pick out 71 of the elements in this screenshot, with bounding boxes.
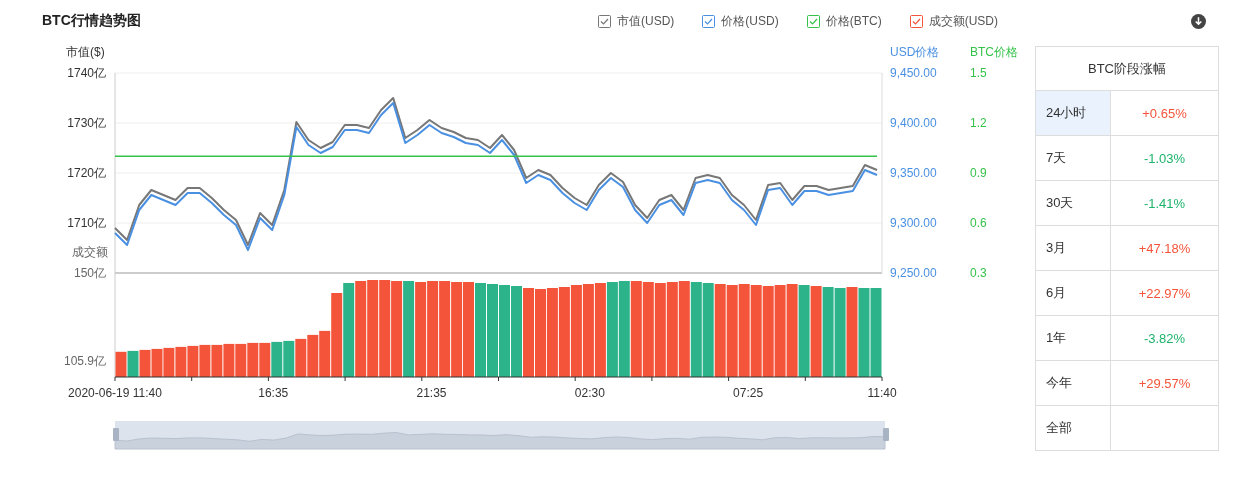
axis-label: 105.9亿 <box>63 354 106 369</box>
axis-label: 02:30 <box>574 386 605 400</box>
axis-title: BTC价格 <box>970 45 1018 59</box>
volume-bar <box>115 351 127 377</box>
volume-bar <box>151 348 163 377</box>
axis-label: 16:35 <box>258 386 289 400</box>
volume-bar <box>199 344 211 377</box>
volume-bar <box>139 349 151 377</box>
change-value: -1.03% <box>1143 150 1186 166</box>
axis-title: 成交额 <box>72 245 108 259</box>
volume-bar <box>175 346 187 377</box>
table-title: BTC阶段涨幅 <box>1035 46 1219 91</box>
axis-label: 1730亿 <box>67 116 106 130</box>
change-value: +29.57% <box>1138 375 1191 391</box>
download-icon[interactable] <box>1191 13 1206 29</box>
volume-bar <box>295 338 307 377</box>
axis-label: 9,450.00 <box>890 66 937 80</box>
range-handle[interactable] <box>883 428 889 441</box>
axis-label: 1.5 <box>970 66 987 80</box>
checkbox[interactable] <box>702 14 716 28</box>
chart-title: BTC行情趋势图 <box>42 12 142 30</box>
volume-bar <box>127 350 139 377</box>
change-value: -3.82% <box>1143 330 1186 346</box>
axis-label: 0.6 <box>970 216 987 230</box>
axis-label: 150亿 <box>73 266 106 280</box>
range-handle[interactable] <box>113 428 119 441</box>
axis-label: 1.2 <box>970 116 987 130</box>
period-tab[interactable]: 今年 <box>1036 361 1111 405</box>
axis-label: 0.9 <box>970 166 987 180</box>
axis-label: 1740亿 <box>67 66 106 80</box>
period-tab[interactable]: 24小时 <box>1036 91 1111 135</box>
volume-bar <box>163 347 175 377</box>
period-tab[interactable]: 1年 <box>1036 316 1111 360</box>
volume-bar <box>283 340 295 377</box>
axis-label: 0.3 <box>970 266 987 280</box>
change-value: +22.97% <box>1138 285 1191 301</box>
checkbox[interactable] <box>909 14 923 28</box>
axis-label: 1720亿 <box>67 166 106 180</box>
axis-title: USD价格 <box>890 45 940 59</box>
axis-label: 9,350.00 <box>890 166 937 180</box>
volume-bar <box>235 343 247 377</box>
axis-title: 市值($) <box>66 45 105 59</box>
axis-label: 9,400.00 <box>890 116 937 130</box>
period-tab[interactable]: 3月 <box>1036 226 1111 270</box>
legend-item[interactable]: 市值(USD) <box>598 12 675 30</box>
checkbox[interactable] <box>598 14 611 28</box>
volume-bar <box>223 343 235 377</box>
checkbox[interactable] <box>806 14 820 28</box>
volume-bar <box>187 345 199 377</box>
volume-bar <box>307 334 319 377</box>
range-slider[interactable] <box>114 421 886 450</box>
change-value: +0.65% <box>1142 105 1187 121</box>
axis-label: 2020-06-19 11:40 <box>68 386 162 400</box>
volume-bar <box>271 341 283 377</box>
axis-label: 21:35 <box>416 386 447 400</box>
axis-label: 11:40 <box>867 386 897 400</box>
change-value: +47.18% <box>1138 240 1191 256</box>
axis-label: 1710亿 <box>67 216 106 230</box>
volume-bar <box>259 342 271 377</box>
legend-item[interactable]: 价格(BTC) <box>806 12 882 30</box>
change-value: -1.41% <box>1143 195 1186 211</box>
axis-label: 9,250.00 <box>890 266 937 280</box>
period-tab[interactable]: 7天 <box>1036 136 1111 180</box>
period-tab[interactable]: 30天 <box>1036 181 1111 225</box>
legend-item[interactable]: 成交额(USD) <box>909 12 998 30</box>
volume-bar <box>247 342 259 377</box>
axis-label: 07:25 <box>733 386 764 400</box>
period-tab[interactable]: 6月 <box>1036 271 1111 315</box>
axis-label: 9,300.00 <box>890 216 937 230</box>
volume-bar <box>211 344 223 377</box>
legend-item[interactable]: 价格(USD) <box>702 12 779 30</box>
